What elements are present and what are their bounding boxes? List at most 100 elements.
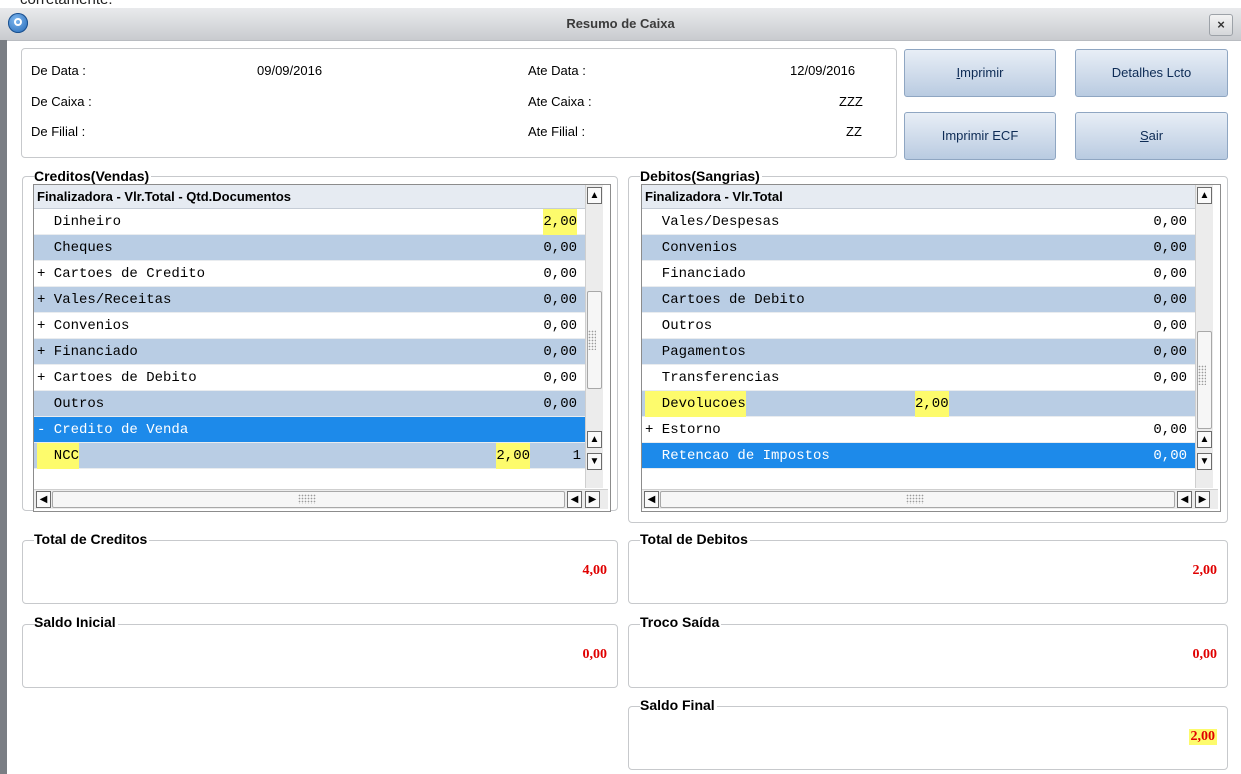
table-row[interactable]: Dinheiro 2,00 [34,209,585,235]
scroll-left-icon[interactable]: ◀ [644,491,659,508]
scroll-up-icon[interactable]: ▲ [587,431,602,448]
troco-saida-box: 0,00 [628,624,1228,688]
scroll-up-icon[interactable]: ▲ [1197,431,1212,448]
row-value: 0,00 [543,370,577,386]
row-label: Convenios [645,240,738,256]
troco-saida-label: Troco Saída [640,614,722,630]
grip-icon [298,494,316,504]
ate-caixa-label: Ate Caixa : [528,94,592,109]
imprimir-button[interactable]: Imprimir [904,49,1056,97]
grip-icon [588,330,596,350]
ate-filial-value: ZZ [846,124,862,139]
creditos-grid[interactable]: Finalizadora - Vlr.Total - Qtd.Documento… [33,184,611,512]
table-row[interactable]: Pagamentos 0,00 [642,339,1195,365]
scroll-left-icon[interactable]: ◀ [567,491,582,508]
table-row[interactable]: Cartoes de Debito 0,00 [642,287,1195,313]
table-row[interactable]: + Vales/Receitas 0,00 [34,287,585,313]
row-value: 0,00 [1153,344,1187,360]
table-row[interactable]: NCC 2,00 1 [34,443,585,469]
debitos-hscroll[interactable]: ◀ ◀ ▶ [642,489,1218,509]
close-button[interactable]: × [1209,14,1233,36]
table-row[interactable]: Outros 0,00 [642,313,1195,339]
debitos-vscroll[interactable]: ▲ ▲ ▼ [1195,185,1213,488]
scroll-right-icon[interactable]: ▶ [585,491,600,508]
row-label: Cartoes de Debito [645,292,805,308]
row-value: 2,00 [496,443,530,469]
page-text-fragment: corretamente. [20,0,113,8]
saldo-inicial-box: 0,00 [22,624,618,688]
total-creditos-label: Total de Creditos [34,531,150,547]
scroll-right-icon[interactable]: ▶ [1195,491,1210,508]
saldo-final-value: 2,00 [1188,729,1217,745]
table-row[interactable]: Financiado 0,00 [642,261,1195,287]
table-row[interactable]: Cheques 0,00 [34,235,585,261]
row-label: + Convenios [37,318,130,334]
total-creditos-value: 4,00 [582,563,608,578]
table-row[interactable]: - Credito de Venda [34,417,585,443]
row-label: + Cartoes de Debito [37,370,197,386]
row-value: 0,00 [1153,292,1187,308]
saldo-final-label: Saldo Final [640,697,717,713]
row-value: 2,00 [543,209,577,235]
scroll-left-icon[interactable]: ◀ [1177,491,1192,508]
row-value: 0,00 [1153,370,1187,386]
debitos-title: Debitos(Sangrias) [640,168,762,184]
window-title-bar: Resumo de Caixa × [0,8,1241,41]
row-label: Devolucoes [645,391,746,417]
table-row[interactable]: Devolucoes 2,00 [642,391,1195,417]
table-row[interactable]: Outros 0,00 [34,391,585,417]
table-row[interactable]: + Cartoes de Debito 0,00 [34,365,585,391]
window-title: Resumo de Caixa [566,16,675,31]
row-value: 0,00 [543,292,577,308]
row-label: Pagamentos [645,344,746,360]
creditos-vscroll[interactable]: ▲ ▲ ▼ [585,185,603,488]
row-label: + Cartoes de Credito [37,266,206,282]
row-qty: 1 [572,448,581,464]
table-row[interactable]: + Estorno 0,00 [642,417,1195,443]
total-debitos-value: 2,00 [1192,563,1218,578]
row-label: Transferencias [645,370,780,386]
ate-caixa-value: ZZZ [839,94,863,109]
row-label: Outros [37,396,105,412]
scroll-down-icon[interactable]: ▼ [1197,453,1212,470]
creditos-hscroll[interactable]: ◀ ◀ ▶ [34,489,608,509]
de-filial-label: De Filial : [31,124,86,139]
window-left-border [0,40,7,774]
row-label: Retencao de Impostos [645,448,830,464]
de-data-label: De Data : [31,63,86,78]
row-label: Dinheiro [37,214,122,230]
debitos-grid[interactable]: Finalizadora - Vlr.Total Vales/Despesas 0… [641,184,1221,512]
table-row[interactable]: + Cartoes de Credito 0,00 [34,261,585,287]
row-label: NCC [37,443,80,469]
row-label: + Estorno [645,422,721,438]
saldo-inicial-label: Saldo Inicial [34,614,118,630]
ate-filial-label: Ate Filial : [528,124,586,139]
table-row[interactable]: Convenios 0,00 [642,235,1195,261]
row-value: 0,00 [1153,318,1187,334]
row-value: 2,00 [915,391,949,417]
grip-icon [1198,365,1206,385]
imprimir-ecf-button[interactable]: Imprimir ECF [904,112,1056,160]
debitos-grid-header: Finalizadora - Vlr.Total [642,185,1195,209]
scroll-down-icon[interactable]: ▼ [587,453,602,470]
scroll-up-icon[interactable]: ▲ [1197,187,1212,204]
ate-data-label: Ate Data : [528,63,586,78]
table-row[interactable]: Transferencias 0,00 [642,365,1195,391]
table-row[interactable]: Vales/Despesas 0,00 [642,209,1195,235]
table-row[interactable]: + Convenios 0,00 [34,313,585,339]
total-creditos-box: 4,00 [22,540,618,604]
saldo-inicial-value: 0,00 [582,647,608,662]
saldo-final-box: 2,00 [628,706,1228,770]
de-data-value: 09/09/2016 [257,63,323,78]
detalhes-lcto-button[interactable]: Detalhes Lcto [1075,49,1228,97]
scroll-left-icon[interactable]: ◀ [36,491,51,508]
table-row[interactable]: + Financiado 0,00 [34,339,585,365]
filter-panel [21,48,897,158]
row-value: 0,00 [543,240,577,256]
row-value: 0,00 [1153,422,1187,438]
table-row[interactable]: Retencao de Impostos 0,00 [642,443,1195,469]
sair-button[interactable]: Sair [1075,112,1228,160]
ate-data-value: 12/09/2016 [790,63,856,78]
scroll-up-icon[interactable]: ▲ [587,187,602,204]
row-label: + Vales/Receitas [37,292,172,308]
